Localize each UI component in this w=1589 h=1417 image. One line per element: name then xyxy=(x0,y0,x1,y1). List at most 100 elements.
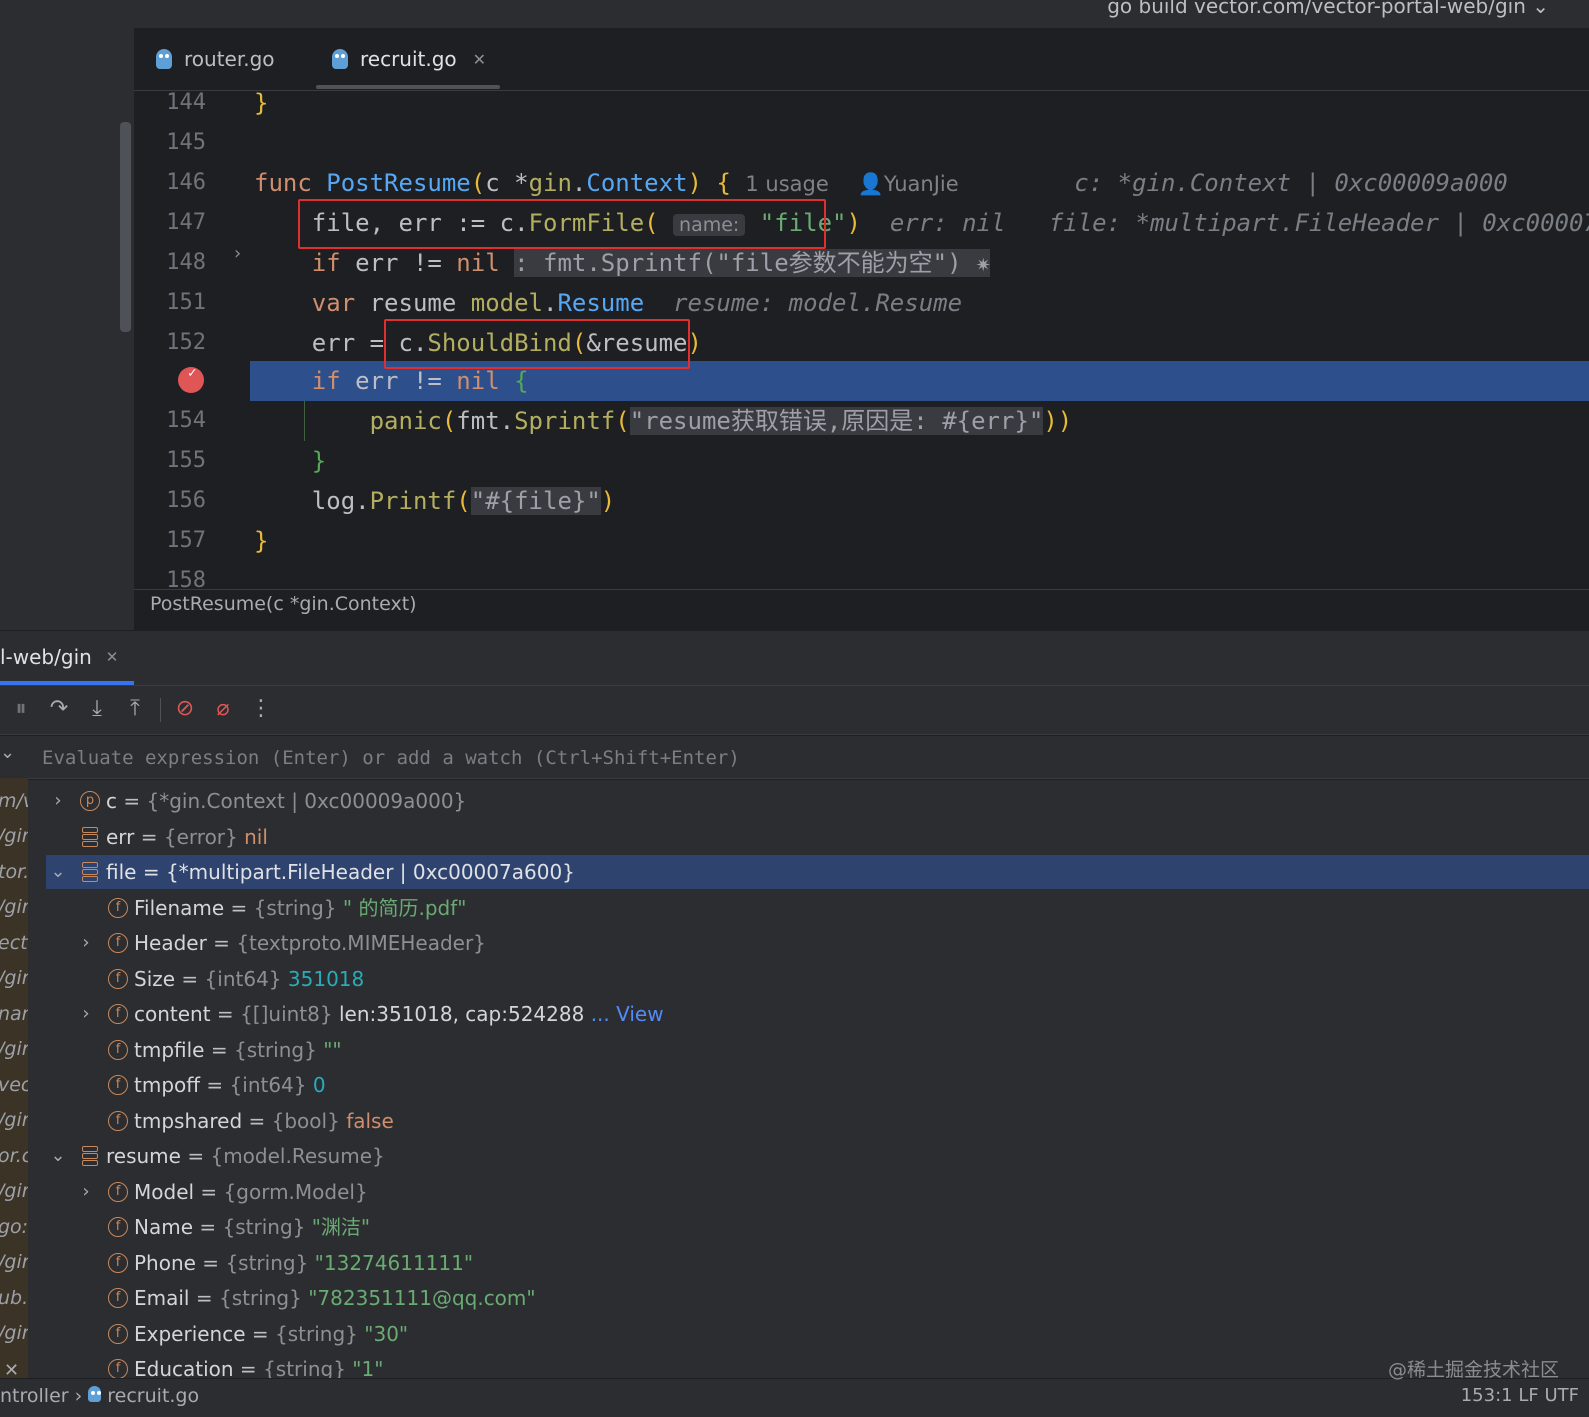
fold-arrow-icon[interactable]: › xyxy=(232,243,243,264)
field-row[interactable]: f tmpoff = {int64} 0 xyxy=(28,1068,1589,1102)
field-icon: f xyxy=(108,1288,128,1308)
tab-label: router.go xyxy=(184,47,275,71)
tab-debug-session[interactable]: l-web/gin ✕ xyxy=(0,631,118,683)
frame-item[interactable]: nan xyxy=(0,1003,28,1025)
field-row[interactable]: › f Header = {textproto.MIMEHeader} xyxy=(28,926,1589,960)
field-type: {string} xyxy=(275,1322,358,1346)
frame-item[interactable]: /gir xyxy=(0,896,28,918)
step-into-icon[interactable]: ⤓ xyxy=(82,694,112,724)
active-tab-indicator xyxy=(316,85,500,89)
frame-item[interactable]: tor. xyxy=(0,861,28,883)
user-icon: 👤 xyxy=(857,172,884,196)
variable-name: err xyxy=(106,825,135,849)
field-row[interactable]: f Name = {string} "渊洁" xyxy=(28,1210,1589,1244)
chevron-right-icon[interactable]: › xyxy=(78,1175,94,1209)
caret-position[interactable]: 153:1 xyxy=(1461,1385,1513,1406)
frame-item[interactable]: ect xyxy=(0,932,28,954)
chevron-right-icon[interactable]: › xyxy=(78,926,94,960)
tab-router-go[interactable]: router.go xyxy=(156,28,275,90)
frame-item[interactable]: /gir xyxy=(0,1109,28,1131)
project-panel-edge xyxy=(0,28,134,630)
status-breadcrumb[interactable]: ntroller › recruit.go xyxy=(0,1385,199,1407)
folded-code-block[interactable]: : fmt.Sprintf("file参数不能为空") ✷ xyxy=(514,249,991,277)
status-crumb-file[interactable]: recruit.go xyxy=(107,1385,199,1407)
string-literal: "resume获取错误,原因是: #{err}" xyxy=(629,407,1044,435)
field-type: {string} xyxy=(263,1357,346,1380)
frame-item[interactable]: /gir xyxy=(0,967,28,989)
code-line-145: 145 xyxy=(134,123,1589,163)
field-row[interactable]: f Filename = {string} " 的简历.pdf" xyxy=(28,891,1589,925)
evaluate-expression-input[interactable] xyxy=(40,740,1544,776)
breadcrumb[interactable]: PostResume(c *gin.Context) xyxy=(150,593,417,615)
status-info: 153:1 LF UTF xyxy=(1461,1385,1579,1406)
variable-value: nil xyxy=(244,825,268,849)
field-type: {bool} xyxy=(271,1109,340,1133)
variable-row-selected[interactable]: ⌄ file = {*multipart.FileHeader | 0xc000… xyxy=(46,855,1589,889)
field-icon: f xyxy=(108,1111,128,1131)
scrollbar[interactable] xyxy=(120,122,131,332)
frame-item[interactable]: vec xyxy=(0,1074,28,1096)
status-crumb-folder[interactable]: ntroller xyxy=(0,1385,69,1407)
field-type: {int64} xyxy=(229,1073,307,1097)
line-separator[interactable]: LF xyxy=(1518,1385,1538,1406)
chevron-down-icon[interactable]: ⌄ xyxy=(50,855,66,889)
view-link[interactable]: ... View xyxy=(591,1002,664,1026)
mute-breakpoints-icon[interactable]: ⌀ xyxy=(208,694,238,724)
step-out-icon[interactable]: ⤒ xyxy=(120,694,150,724)
frame-item[interactable]: m/v xyxy=(0,790,28,812)
pause-icon[interactable]: ⏸ xyxy=(6,694,36,724)
close-icon[interactable]: ✕ xyxy=(473,50,486,69)
field-row[interactable]: › f content = {[]uint8} len:351018, cap:… xyxy=(28,997,1589,1031)
field-name: Email xyxy=(134,1286,190,1310)
chevron-down-icon[interactable]: ⌄ xyxy=(0,742,15,763)
active-tab-indicator xyxy=(0,681,134,685)
author-hint[interactable]: YuanJie xyxy=(884,172,959,196)
chevron-right-icon[interactable]: › xyxy=(78,997,94,1031)
chevron-down-icon[interactable]: ⌄ xyxy=(50,1139,66,1173)
frame-item[interactable]: /gir xyxy=(0,1038,28,1060)
frames-list[interactable]: m/v /gir tor. /gir ect /gir nan /gir vec… xyxy=(0,778,28,1378)
line-number: 156 xyxy=(166,488,206,513)
frame-item[interactable]: /gir xyxy=(0,1322,28,1344)
field-row[interactable]: f Size = {int64} 351018 xyxy=(28,962,1589,996)
variable-row[interactable]: › p c = {*gin.Context | 0xc00009a000} xyxy=(28,784,1589,818)
status-bar: ntroller › recruit.go 153:1 LF UTF xyxy=(0,1378,1589,1417)
frame-item[interactable]: go:1 xyxy=(0,1216,28,1238)
highlight-box-formfile xyxy=(298,199,826,249)
editor-tab-bar: router.go recruit.go ✕ xyxy=(134,28,1589,91)
field-row[interactable]: f Education = {string} "1" xyxy=(28,1352,1589,1380)
go-file-icon xyxy=(332,49,348,69)
tab-recruit-go[interactable]: recruit.go ✕ xyxy=(332,28,486,90)
field-type: {textproto.MIMEHeader} xyxy=(236,931,486,955)
variable-row[interactable]: err = {error} nil xyxy=(28,820,1589,854)
field-row[interactable]: › f Model = {gorm.Model} xyxy=(28,1175,1589,1209)
code-editor[interactable]: 144 } 145 146 func PostResume(c *gin.Con… xyxy=(134,91,1589,593)
step-over-icon[interactable]: ↷ xyxy=(44,694,74,724)
field-type: {string} xyxy=(225,1251,309,1275)
field-row[interactable]: f Email = {string} "782351111@qq.com" xyxy=(28,1281,1589,1315)
close-icon[interactable]: ✕ xyxy=(106,648,119,666)
run-configuration-selector[interactable]: go build vector.com/vector-portal-web/gi… xyxy=(1107,0,1549,18)
view-breakpoints-icon[interactable]: ⊘ xyxy=(170,694,200,724)
frame-item[interactable]: /gir xyxy=(0,1251,28,1273)
more-icon[interactable]: ⋮ xyxy=(246,694,276,724)
frame-item[interactable]: /gir xyxy=(0,1180,28,1202)
field-row[interactable]: f Phone = {string} "13274611111" xyxy=(28,1246,1589,1280)
field-icon: f xyxy=(108,898,128,918)
field-row[interactable]: f tmpshared = {bool} false xyxy=(28,1104,1589,1138)
frame-item[interactable]: or.c xyxy=(0,1145,28,1167)
parameter-icon: p xyxy=(80,791,100,811)
field-row[interactable]: f Experience = {string} "30" xyxy=(28,1317,1589,1351)
field-row[interactable]: f tmpfile = {string} "" xyxy=(28,1033,1589,1067)
chevron-right-icon[interactable]: › xyxy=(50,784,66,818)
watermark: @稀土掘金技术社区 xyxy=(1387,1359,1559,1381)
field-value: "" xyxy=(323,1038,342,1062)
field-value: " 的简历.pdf" xyxy=(342,896,467,920)
frame-item[interactable]: /gir xyxy=(0,825,28,847)
variable-row[interactable]: ⌄ resume = {model.Resume} xyxy=(28,1139,1589,1173)
file-encoding[interactable]: UTF xyxy=(1544,1385,1579,1406)
frame-item[interactable]: ub. xyxy=(0,1287,28,1309)
usages-hint[interactable]: 1 usage xyxy=(745,172,828,196)
line-number: 151 xyxy=(166,290,206,315)
variable-icon xyxy=(80,827,100,847)
